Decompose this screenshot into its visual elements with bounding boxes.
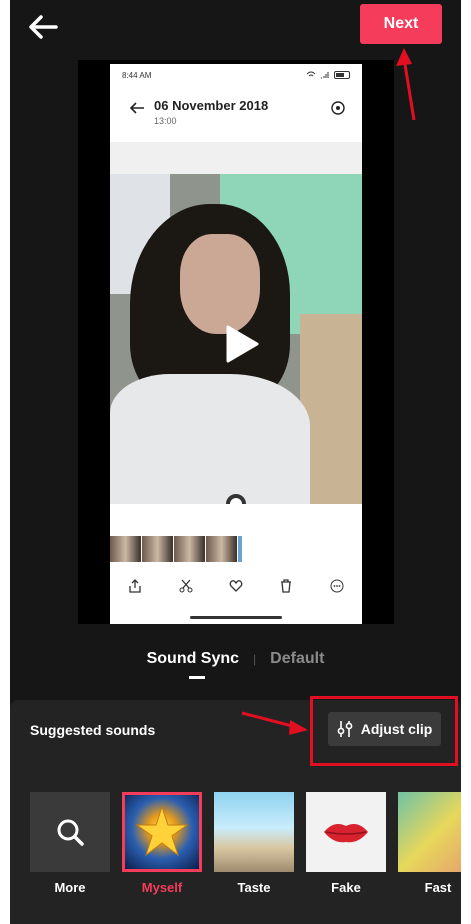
thumbnail-strip[interactable]	[110, 536, 242, 562]
tab-separator: |	[253, 652, 257, 666]
sound-item-more[interactable]: More	[30, 792, 110, 895]
status-bar: 8:44 AM	[110, 64, 362, 86]
tab-default[interactable]: Default	[270, 650, 324, 668]
heart-icon	[229, 580, 243, 592]
album-cover	[214, 792, 294, 872]
divider-band	[110, 142, 362, 174]
more-sounds-tile	[30, 792, 110, 872]
search-icon	[57, 819, 84, 846]
sound-mode-tabs: Sound Sync | Default	[10, 650, 461, 668]
scissors-icon	[179, 579, 193, 593]
sound-label: More	[54, 880, 86, 895]
signal-icon	[321, 72, 329, 79]
wifi-icon	[306, 71, 316, 77]
album-cover	[398, 792, 461, 872]
rotate-icon	[331, 101, 345, 115]
active-tab-indicator	[189, 676, 205, 679]
gallery-header: 06 November 2018 13:00	[110, 90, 362, 130]
sound-label: Taste	[237, 880, 271, 895]
album-cover	[122, 792, 202, 872]
video-preview[interactable]: 8:44 AM 06 November 2018 13:00	[78, 60, 394, 624]
tab-sound-sync[interactable]: Sound Sync	[147, 650, 239, 668]
photo-date: 06 November 2018	[154, 98, 269, 113]
sound-item-fast[interactable]: Fast	[398, 792, 461, 895]
status-time: 8:44 AM	[122, 70, 152, 80]
status-icons	[306, 71, 350, 79]
back-arrow-icon[interactable]	[26, 12, 60, 42]
share-icon	[129, 579, 141, 593]
photo-time: 13:00	[154, 116, 177, 126]
suggested-sounds-heading: Suggested sounds	[30, 722, 156, 738]
sound-item-myself[interactable]: Myself	[122, 792, 202, 895]
more-options-icon	[330, 579, 344, 593]
sound-item-fake[interactable]: Fake	[306, 792, 386, 895]
trash-icon	[281, 579, 292, 593]
recorded-phone-screen: 8:44 AM 06 November 2018 13:00	[110, 64, 362, 624]
star-figure-image	[135, 805, 189, 857]
next-button[interactable]: Next	[360, 4, 442, 44]
sound-label: Myself	[141, 880, 183, 895]
battery-icon	[334, 71, 350, 79]
suggested-sounds-list: More Myself Taste Fake Fast	[30, 792, 461, 895]
play-icon[interactable]	[224, 324, 260, 364]
gallery-back-icon	[129, 102, 144, 114]
video-frame	[110, 174, 362, 504]
adjust-clip-highlight	[310, 696, 458, 766]
album-cover	[306, 792, 386, 872]
video-editor-screen: Next 8:44 AM 06 November 2018 13:00 Soun…	[10, 0, 461, 924]
sound-item-taste[interactable]: Taste	[214, 792, 294, 895]
home-indicator	[190, 616, 282, 619]
sound-label: Fake	[331, 880, 361, 895]
sound-label: Fast	[424, 880, 452, 895]
gallery-action-bar	[110, 568, 362, 604]
lips-image	[324, 824, 368, 843]
